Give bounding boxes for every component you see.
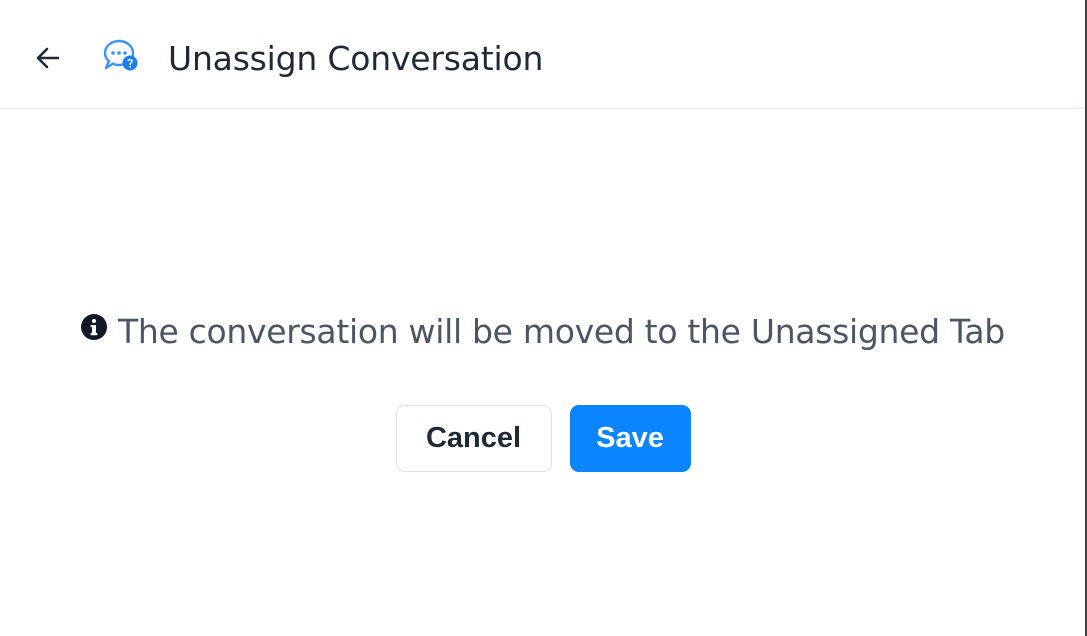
back-button[interactable] (28, 37, 68, 77)
unassign-conversation-panel: Unassign Conversation The conversation w… (0, 0, 1087, 636)
save-button[interactable]: Save (569, 405, 691, 472)
page-title: Unassign Conversation (168, 39, 544, 78)
chat-bubble-icon (100, 36, 140, 76)
action-buttons: Cancel Save (0, 405, 1085, 472)
info-message: The conversation will be moved to the Un… (0, 310, 1085, 354)
cancel-button[interactable]: Cancel (395, 405, 552, 472)
arrow-left-icon (36, 47, 60, 69)
panel-header: Unassign Conversation (0, 0, 1085, 109)
info-circle-icon (81, 314, 108, 340)
info-message-text: The conversation will be moved to the Un… (118, 312, 1005, 351)
